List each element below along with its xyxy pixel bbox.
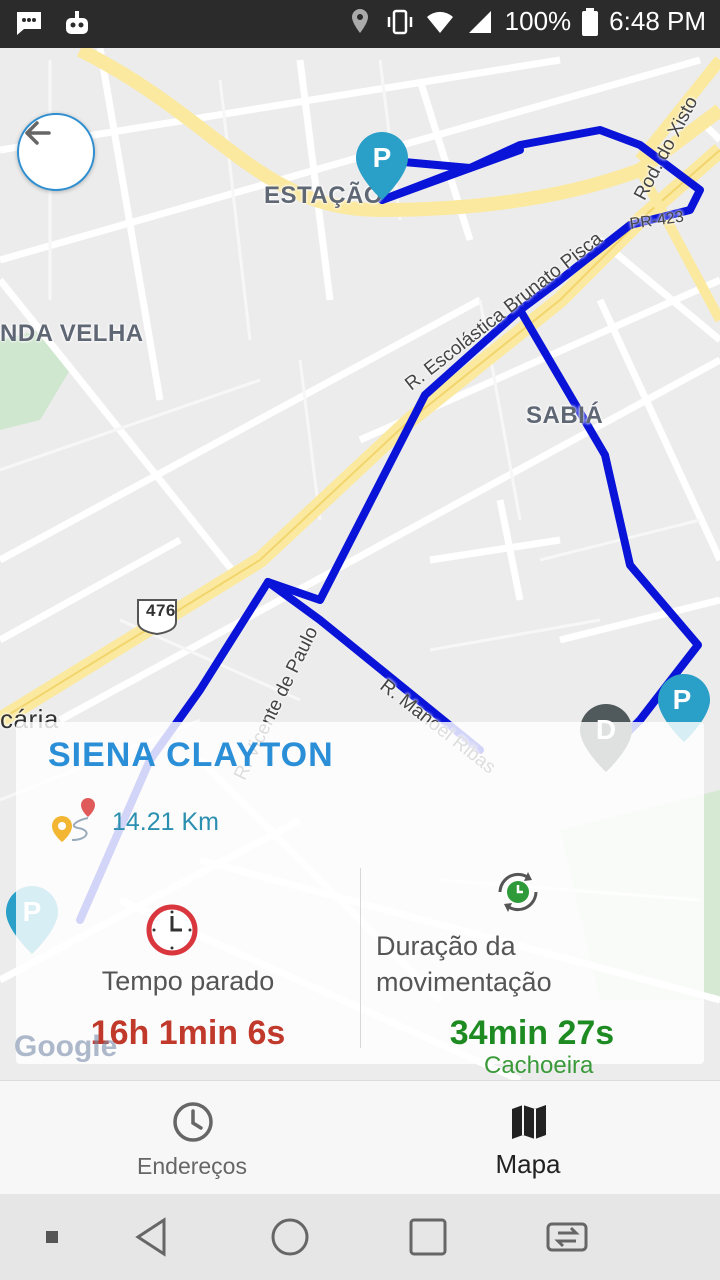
clock-icon bbox=[173, 1102, 213, 1142]
arrow-left-icon bbox=[25, 121, 51, 145]
moving-time-value: 34min 27s bbox=[449, 1014, 615, 1052]
trip-summary-card: SIENA CLAYTON 14.21 Km Tempo parado 16h … bbox=[16, 722, 704, 1064]
robot-notification-icon bbox=[66, 11, 88, 34]
tab-enderecos[interactable]: Endereços bbox=[72, 1081, 312, 1195]
back-button[interactable] bbox=[17, 113, 95, 191]
tab-enderecos-label: Endereços bbox=[137, 1153, 247, 1179]
place-label-cachoeira-bottom: Cachoeira bbox=[484, 1052, 594, 1079]
pin-letter: P bbox=[372, 142, 392, 173]
location-icon bbox=[351, 8, 368, 33]
tab-mapa[interactable]: Mapa bbox=[408, 1081, 648, 1195]
place-label-vila-velha: NDA VELHA bbox=[0, 320, 144, 347]
stopwatch-icon bbox=[146, 904, 198, 956]
moving-time-icon bbox=[498, 872, 538, 912]
pin-letter: P bbox=[672, 684, 692, 715]
clock-time: 6:48 PM bbox=[609, 6, 706, 36]
status-bar: 100% 6:48 PM bbox=[0, 0, 720, 48]
distance-value: 14.21 Km bbox=[112, 808, 220, 836]
stopped-time-label: Tempo parado bbox=[101, 966, 275, 996]
menu-dot-icon[interactable] bbox=[40, 1214, 86, 1260]
google-attribution: Google bbox=[14, 1030, 118, 1063]
vibrate-icon bbox=[387, 9, 412, 34]
back-triangle-icon[interactable] bbox=[130, 1214, 176, 1260]
battery-icon bbox=[582, 7, 599, 36]
message-notification-icon bbox=[17, 12, 41, 35]
recents-square-icon[interactable] bbox=[405, 1214, 451, 1260]
battery-percent: 100% bbox=[504, 6, 572, 36]
place-label-sabia: SABIÁ bbox=[526, 402, 604, 429]
moving-time-label: Duração da movimentação bbox=[376, 931, 552, 997]
parking-pin-marker[interactable]: P bbox=[352, 130, 412, 202]
tab-mapa-label: Mapa bbox=[495, 1149, 561, 1179]
home-circle-icon[interactable] bbox=[267, 1214, 313, 1260]
switch-app-icon[interactable] bbox=[544, 1214, 590, 1260]
system-navigation-bar bbox=[0, 1194, 720, 1280]
vehicle-title: SIENA CLAYTON bbox=[48, 736, 334, 774]
map-icon bbox=[512, 1105, 546, 1139]
bottom-navigation: Endereços Mapa bbox=[0, 1080, 720, 1195]
wifi-icon bbox=[426, 11, 453, 33]
route-distance-icon bbox=[52, 798, 95, 842]
highway-shield-label: 476 bbox=[146, 601, 176, 620]
signal-icon bbox=[468, 10, 491, 33]
